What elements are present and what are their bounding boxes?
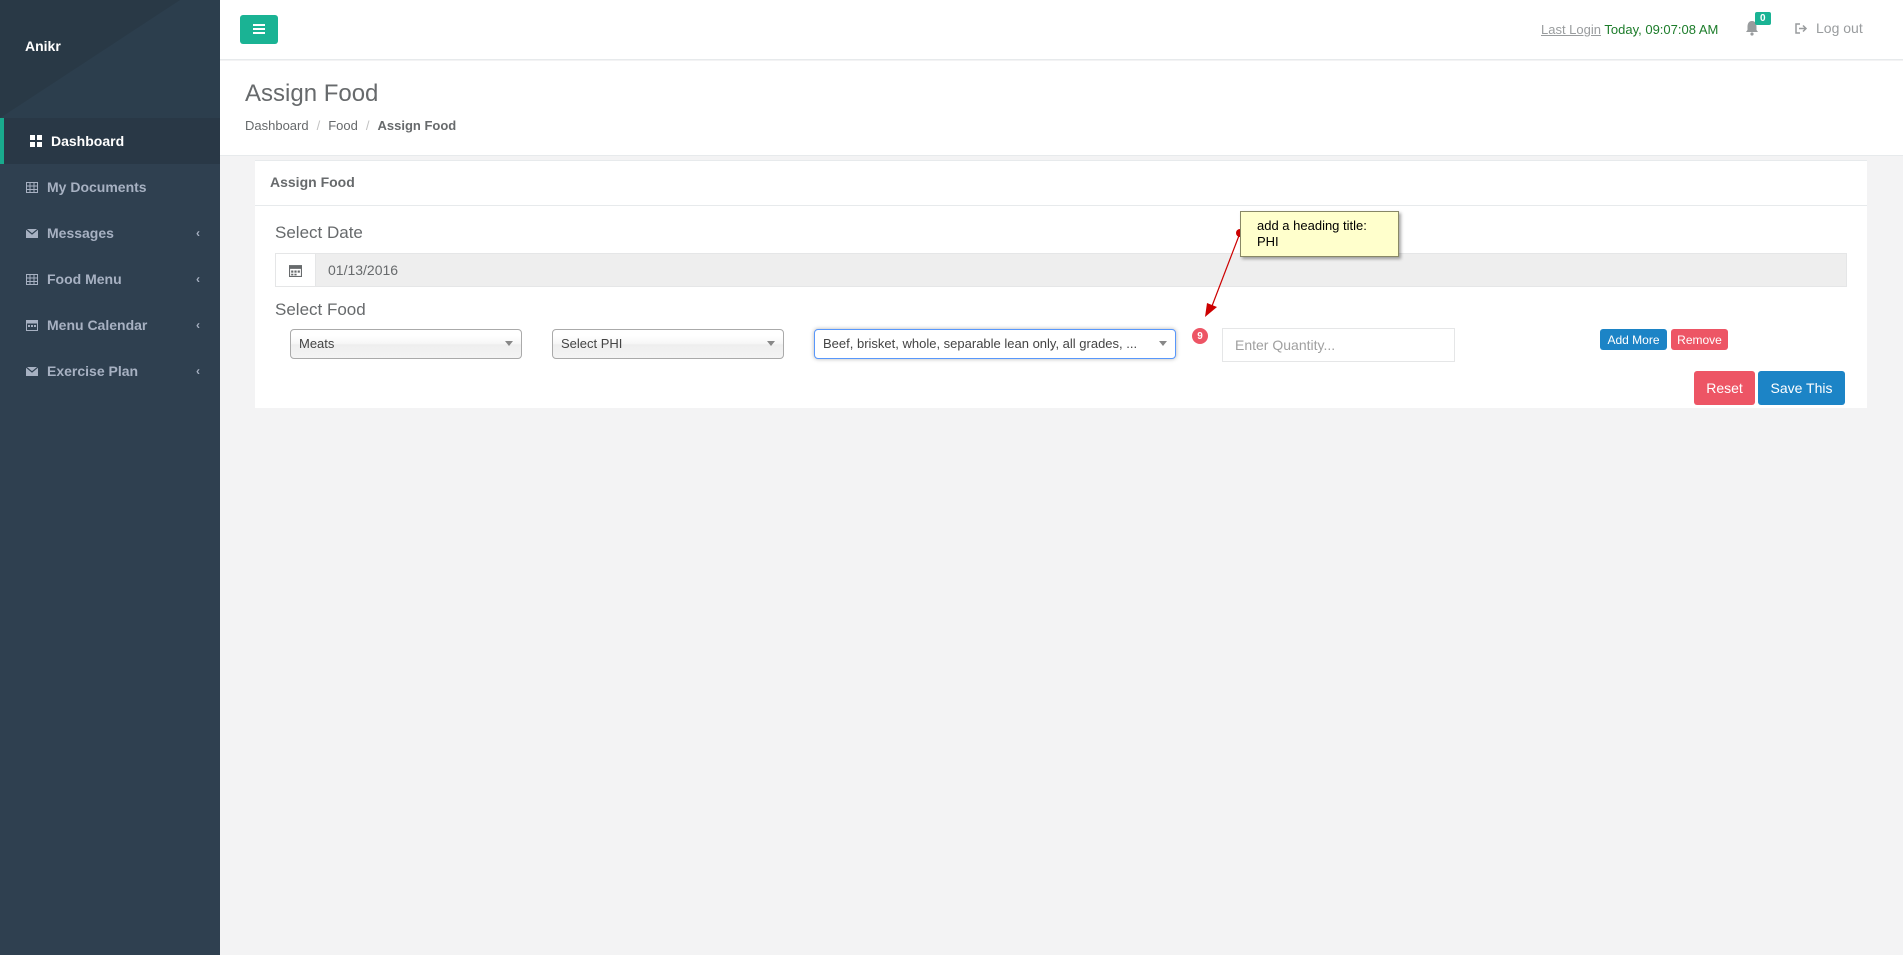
logout-label: Log out (1816, 20, 1863, 36)
sign-out-icon (1795, 22, 1808, 34)
sidebar-item-label: Food Menu (47, 271, 122, 287)
sidebar-item-dashboard[interactable]: Dashboard (0, 118, 220, 164)
category-select-value: Meats (299, 336, 335, 351)
chevron-down-icon (505, 341, 513, 346)
notification-count-badge: 0 (1755, 12, 1771, 25)
sidebar-item-food-menu[interactable]: Food Menu ‹ (0, 256, 220, 302)
date-picker: 01/13/2016 (275, 253, 1847, 287)
last-login-label[interactable]: Last Login (1541, 22, 1601, 37)
remove-button[interactable]: Remove (1671, 329, 1728, 350)
chevron-left-icon: ‹ (196, 318, 200, 332)
top-navbar: Last Login Today, 09:07:08 AM 0 Log out (220, 0, 1903, 60)
food-item-select[interactable]: Beef, brisket, whole, separable lean onl… (814, 329, 1176, 359)
select-food-label: Select Food (275, 300, 366, 319)
logout-link[interactable]: Log out (1795, 20, 1863, 36)
calendar-icon (25, 319, 39, 331)
breadcrumb-current: Assign Food (377, 118, 457, 133)
page-title: Assign Food (245, 80, 379, 107)
breadcrumb: Dashboard / Food / Assign Food (245, 118, 457, 133)
sidebar-item-exercise-plan[interactable]: Exercise Plan ‹ (0, 348, 220, 394)
sidebar-item-label: Messages (47, 225, 114, 241)
reset-button[interactable]: Reset (1694, 371, 1755, 405)
envelope-icon (25, 365, 39, 377)
sidebar-item-label: Dashboard (51, 133, 125, 149)
date-field[interactable]: 01/13/2016 (316, 253, 1847, 287)
breadcrumb-dashboard[interactable]: Dashboard (245, 118, 309, 133)
table-icon (25, 273, 39, 285)
chevron-left-icon: ‹ (196, 272, 200, 286)
count-badge: 9 (1192, 328, 1208, 344)
page-heading: Assign Food Dashboard / Food / Assign Food (220, 61, 1903, 156)
envelope-icon (25, 227, 39, 239)
hamburger-icon (253, 21, 265, 39)
add-more-button[interactable]: Add More (1600, 329, 1667, 350)
sidebar-item-my-documents[interactable]: My Documents (0, 164, 220, 210)
sidebar-item-menu-calendar[interactable]: Menu Calendar ‹ (0, 302, 220, 348)
last-login-time: Today, 09:07:08 AM (1604, 22, 1719, 37)
sidebar-nav: Dashboard My Documents Messages ‹ Food M… (0, 118, 220, 394)
select-date-label: Select Date (275, 223, 363, 242)
chevron-down-icon (1159, 341, 1167, 346)
sidebar-item-label: Menu Calendar (47, 317, 148, 333)
phi-select[interactable]: Select PHI (552, 329, 784, 359)
dashboard-icon (29, 135, 43, 147)
phi-select-value: Select PHI (561, 336, 623, 351)
annotation-note: add a heading title: PHI (1240, 211, 1399, 257)
category-select[interactable]: Meats (290, 329, 522, 359)
assign-food-panel: Assign Food Select Date 01/13/2016 Selec… (255, 160, 1867, 408)
food-item-select-value: Beef, brisket, whole, separable lean onl… (823, 336, 1138, 351)
quantity-input[interactable] (1222, 328, 1455, 362)
sidebar-item-label: Exercise Plan (47, 363, 139, 379)
panel-title: Assign Food (255, 161, 1867, 206)
sidebar-item-messages[interactable]: Messages ‹ (0, 210, 220, 256)
last-login-info: Last Login Today, 09:07:08 AM (1541, 22, 1718, 37)
sidebar-item-label: My Documents (47, 179, 147, 195)
menu-toggle-button[interactable] (240, 15, 278, 44)
calendar-icon[interactable] (275, 253, 316, 287)
sidebar-header: Anikr (0, 0, 220, 118)
sidebar: Anikr Dashboard My Documents Messages ‹ (0, 0, 220, 955)
table-icon (25, 181, 39, 193)
brand-name[interactable]: Anikr (25, 38, 61, 54)
breadcrumb-food[interactable]: Food (328, 118, 358, 133)
save-button[interactable]: Save This (1758, 371, 1845, 405)
chevron-left-icon: ‹ (196, 364, 200, 378)
chevron-left-icon: ‹ (196, 226, 200, 240)
chevron-down-icon (767, 341, 775, 346)
